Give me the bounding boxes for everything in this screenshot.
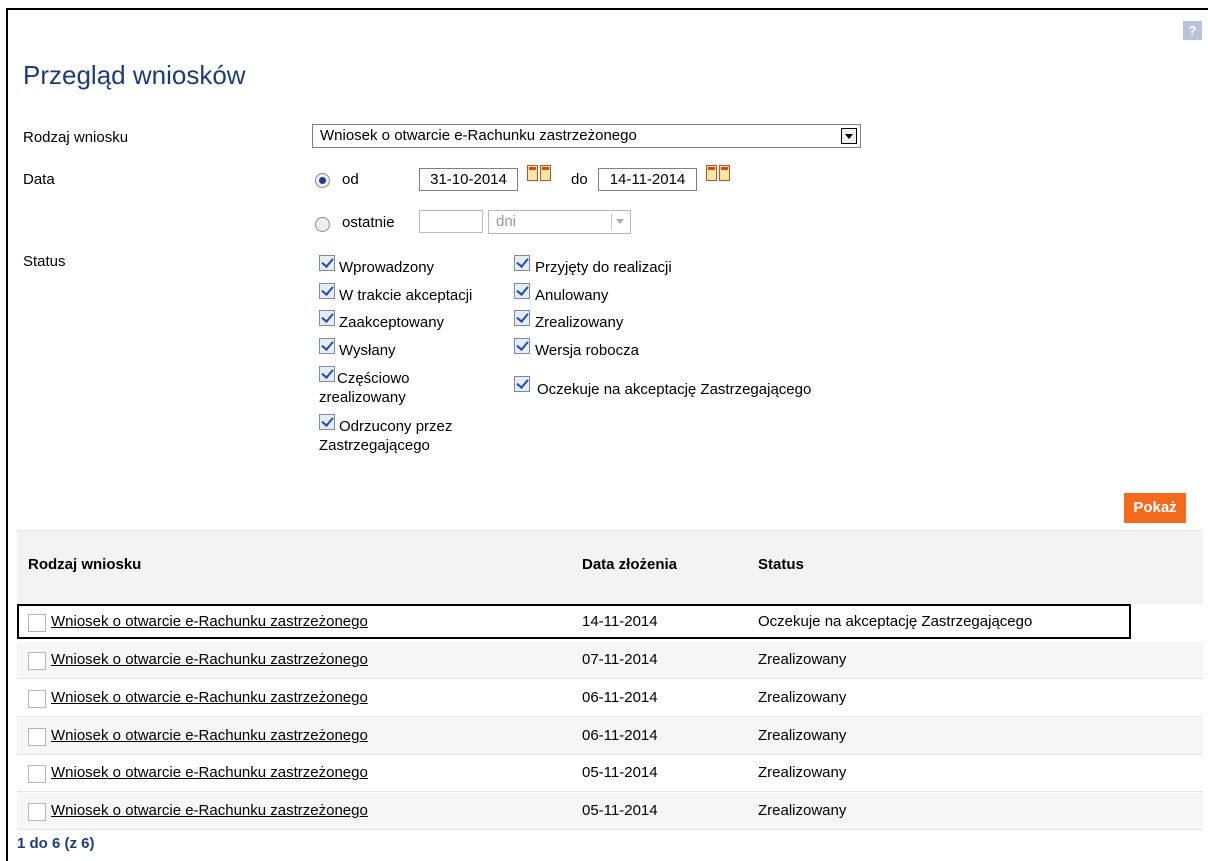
status-checkbox-wprowadzony[interactable] bbox=[319, 255, 335, 271]
row-checkbox[interactable] bbox=[28, 728, 46, 746]
status-checkbox-wyslany[interactable] bbox=[319, 338, 335, 354]
status-option-label: Anulowany bbox=[535, 287, 609, 304]
row-date: 06-11-2014 bbox=[582, 727, 658, 744]
status-checkbox-anulowany[interactable] bbox=[514, 283, 530, 299]
row-date: 07-11-2014 bbox=[582, 651, 658, 668]
status-checkbox-zrealizowany[interactable] bbox=[514, 310, 530, 326]
status-option-label: Zastrzegającego bbox=[319, 437, 430, 454]
table-row[interactable]: Wniosek o otwarcie e-Rachunku zastrzeżon… bbox=[17, 755, 1203, 792]
radio-last-days[interactable] bbox=[315, 217, 330, 232]
row-date: 06-11-2014 bbox=[582, 689, 658, 706]
status-option-label: Zaakceptowany bbox=[339, 314, 445, 331]
row-status: Zrealizowany bbox=[758, 689, 847, 706]
status-checkbox-wersja-robocza[interactable] bbox=[514, 338, 530, 354]
calendar-icon[interactable] bbox=[527, 165, 551, 183]
calendar-icon[interactable] bbox=[706, 165, 730, 183]
row-checkbox[interactable] bbox=[28, 690, 46, 708]
status-option-label: Przyjęty do realizacji bbox=[535, 259, 672, 276]
row-status: Zrealizowany bbox=[758, 727, 847, 744]
table-row[interactable]: Wniosek o otwarcie e-Rachunku zastrzeżon… bbox=[17, 642, 1203, 679]
pagination-info: 1 do 6 (z 6) bbox=[17, 835, 95, 852]
type-select-value: Wniosek o otwarcie e-Rachunku zastrzeżon… bbox=[320, 127, 637, 144]
row-checkbox[interactable] bbox=[28, 614, 46, 632]
row-checkbox[interactable] bbox=[28, 652, 46, 670]
row-link[interactable]: Wniosek o otwarcie e-Rachunku zastrzeżon… bbox=[51, 689, 368, 706]
status-option-label: Wysłany bbox=[339, 342, 396, 359]
chevron-down-icon[interactable] bbox=[841, 128, 857, 144]
row-link[interactable]: Wniosek o otwarcie e-Rachunku zastrzeżon… bbox=[51, 802, 368, 819]
last-label: ostatnie bbox=[342, 214, 395, 231]
page-title: Przegląd wniosków bbox=[23, 60, 246, 90]
table-row[interactable]: Wniosek o otwarcie e-Rachunku zastrzeżon… bbox=[17, 680, 1203, 717]
status-checkbox-w-trakcie-akceptacji[interactable] bbox=[319, 283, 335, 299]
status-checkbox-oczekuje[interactable] bbox=[514, 376, 530, 392]
column-header-type[interactable]: Rodzaj wniosku bbox=[28, 556, 141, 573]
last-days-input[interactable] bbox=[419, 210, 483, 233]
chevron-down-icon bbox=[611, 214, 628, 230]
last-unit-value: dni bbox=[496, 213, 517, 230]
date-to-input[interactable]: 14-11-2014 bbox=[598, 168, 697, 191]
row-checkbox[interactable] bbox=[28, 803, 46, 821]
column-header-status[interactable]: Status bbox=[758, 556, 804, 573]
last-unit-select[interactable]: dni bbox=[488, 210, 631, 234]
row-date: 05-11-2014 bbox=[582, 764, 658, 781]
status-option-label: Częściowo bbox=[337, 370, 410, 387]
status-option-label: Zrealizowany bbox=[535, 314, 624, 331]
type-label: Rodzaj wniosku bbox=[23, 129, 129, 146]
date-label: Data bbox=[23, 171, 55, 188]
row-checkbox[interactable] bbox=[28, 765, 46, 783]
row-link[interactable]: Wniosek o otwarcie e-Rachunku zastrzeżon… bbox=[51, 764, 368, 781]
to-label: do bbox=[571, 171, 588, 188]
date-from-input[interactable]: 31-10-2014 bbox=[419, 168, 518, 191]
row-link[interactable]: Wniosek o otwarcie e-Rachunku zastrzeżon… bbox=[51, 727, 368, 744]
row-link[interactable]: Wniosek o otwarcie e-Rachunku zastrzeżon… bbox=[51, 651, 368, 668]
table-row[interactable]: Wniosek o otwarcie e-Rachunku zastrzeżon… bbox=[17, 718, 1203, 755]
row-status: Zrealizowany bbox=[758, 802, 847, 819]
radio-date-range[interactable] bbox=[315, 173, 330, 188]
status-checkbox-odrzucony[interactable] bbox=[319, 414, 335, 430]
from-label: od bbox=[342, 171, 359, 188]
row-status: Zrealizowany bbox=[758, 651, 847, 668]
row-date: 14-11-2014 bbox=[582, 613, 658, 630]
status-option-label: zrealizowany bbox=[319, 389, 406, 406]
show-button[interactable]: Pokaż bbox=[1124, 493, 1186, 523]
table-row[interactable]: Wniosek o otwarcie e-Rachunku zastrzeżon… bbox=[17, 604, 1131, 639]
status-option-label: Oczekuje na akceptację Zastrzegającego bbox=[537, 381, 812, 398]
help-button[interactable]: ? bbox=[1183, 21, 1202, 40]
status-checkbox-przyjety[interactable] bbox=[514, 255, 530, 271]
column-header-date[interactable]: Data złożenia bbox=[582, 556, 677, 573]
status-option-label: Wersja robocza bbox=[535, 342, 639, 359]
status-option-label: Wprowadzony bbox=[339, 259, 435, 276]
type-select[interactable]: Wniosek o otwarcie e-Rachunku zastrzeżon… bbox=[312, 124, 861, 148]
status-option-label: Odrzucony przez bbox=[339, 418, 453, 435]
status-checkbox-czesciowo-zrealizowany[interactable] bbox=[319, 366, 335, 382]
row-date: 05-11-2014 bbox=[582, 802, 658, 819]
status-checkbox-zaakceptowany[interactable] bbox=[319, 310, 335, 326]
row-link[interactable]: Wniosek o otwarcie e-Rachunku zastrzeżon… bbox=[51, 613, 368, 630]
row-status: Zrealizowany bbox=[758, 764, 847, 781]
status-label: Status bbox=[23, 253, 66, 270]
row-status: Oczekuje na akceptację Zastrzegającego bbox=[758, 613, 1033, 630]
status-option-label: W trakcie akceptacji bbox=[339, 287, 473, 304]
table-row[interactable]: Wniosek o otwarcie e-Rachunku zastrzeżon… bbox=[17, 793, 1203, 830]
